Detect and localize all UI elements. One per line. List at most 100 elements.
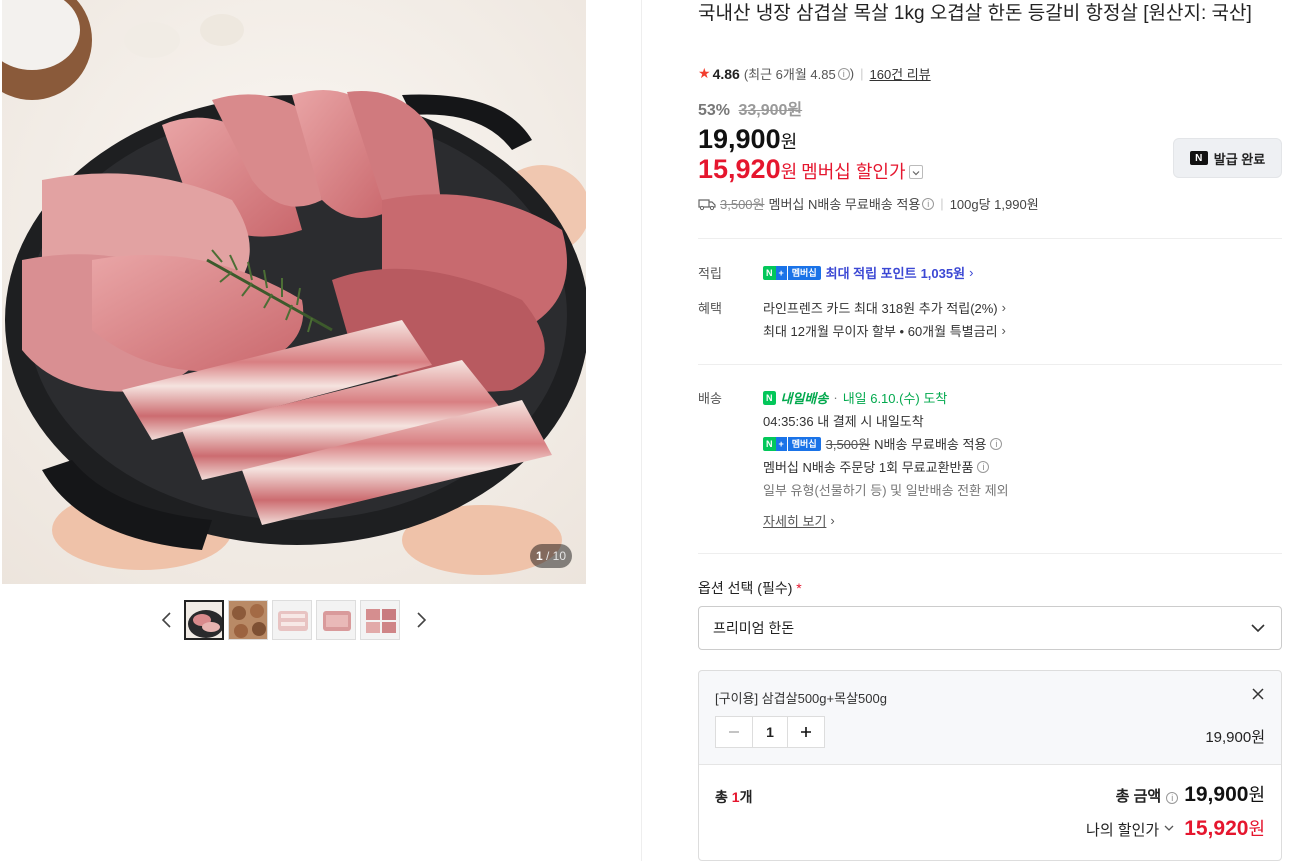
- benefit-label: 혜택: [698, 301, 722, 316]
- image-counter-total: 10: [552, 549, 567, 563]
- thumbnail-1[interactable]: [184, 600, 224, 640]
- star-icon: ★: [698, 65, 711, 81]
- cutoff-text: 04:35:36 내 결제 시 내일도착: [763, 414, 924, 429]
- order-totals: 총 1개 총 금액 i 19,900 원 나의 할인가 15,920 원: [699, 765, 1281, 860]
- member-price: 15,920: [698, 154, 781, 184]
- card-benefit-row[interactable]: 라인프렌즈 카드 최대 318원 추가 적립(2%) ›: [763, 298, 1006, 317]
- divider: [698, 364, 1282, 365]
- delivery-free-text: N배송 무료배송 적용: [874, 437, 987, 452]
- membership-badge: N + 멤버십: [763, 265, 821, 280]
- total-amount-value: 19,900: [1184, 783, 1249, 806]
- chevron-down-icon: [1251, 624, 1265, 633]
- info-icon[interactable]: i: [977, 460, 990, 473]
- naver-n-icon: N: [1189, 151, 1208, 165]
- coupon-issued-button[interactable]: N 발급 완료: [1173, 138, 1282, 178]
- delivery-original-fee: 3,500원: [825, 437, 871, 452]
- shipping-free-text: 멤버십 N배송 무료배송 적용: [768, 197, 921, 212]
- delivery-more-link[interactable]: 자세히 보기 ›: [763, 511, 835, 530]
- discount-row: 53% 33,900원: [698, 96, 802, 120]
- cutoff-row: 04:35:36 내 결제 시 내일도착: [763, 411, 924, 430]
- more-link-label: 자세히 보기: [763, 514, 827, 529]
- product-main-image[interactable]: 1 / 10: [2, 0, 586, 584]
- installment-row[interactable]: 최대 12개월 무이자 할부 • 60개월 특별금리 ›: [763, 321, 1006, 340]
- plus-icon: [801, 727, 811, 737]
- review-count-link[interactable]: 160건 리뷰: [869, 64, 930, 83]
- info-icon[interactable]: i: [922, 197, 935, 210]
- thumbnail-2[interactable]: [228, 600, 268, 640]
- total-amount: 총 금액 i 19,900 원: [1115, 783, 1265, 806]
- rating-recent: (최근 6개월 4.85: [743, 67, 836, 82]
- sale-price-row: 19,900원: [698, 124, 798, 154]
- rating-score: 4.86: [712, 65, 740, 82]
- arrival-date: 내일 6.10.(수) 도착: [842, 391, 948, 406]
- chevron-left-icon: [161, 612, 171, 628]
- total-amount-label: 총 금액: [1115, 788, 1162, 805]
- installment-text: 최대 12개월 무이자 할부 • 60개월 특별금리: [763, 324, 998, 339]
- thumbnail-next-button[interactable]: [411, 608, 431, 632]
- product-title: 국내산 냉장 삼겹살 목살 1kg 오겹살 한돈 등갈비 항정살 [원산지: 국…: [698, 3, 1252, 24]
- exclusion-text: 일부 유형(선물하기 등) 및 일반배송 전환 제외: [763, 483, 1009, 498]
- option-select[interactable]: 프리미엄 한돈: [698, 606, 1282, 650]
- sale-price: 19,900: [698, 124, 781, 154]
- member-free-shipping-row: N + 멤버십 3,500원 N배송 무료배송 적용 i: [763, 434, 1003, 453]
- member-price-label: 멤버십 할인가: [801, 162, 906, 182]
- unit-price: 100g당 1,990원: [949, 197, 1039, 212]
- chevron-right-icon: ›: [969, 265, 974, 280]
- membership-badge: N + 멤버십: [763, 436, 821, 451]
- image-counter-current: 1: [535, 549, 543, 563]
- exclusion-row: 일부 유형(선물하기 등) 및 일반배송 전환 제외: [763, 480, 1009, 499]
- my-discount-label: 나의 할인가: [1086, 822, 1160, 839]
- tomorrow-delivery-badge: N: [763, 390, 776, 405]
- chevron-down-icon: [1164, 825, 1174, 831]
- meat-platter-photo: [2, 0, 586, 584]
- discount-rate: 53%: [698, 102, 731, 119]
- tomorrow-delivery-label: 내일배송: [780, 391, 829, 406]
- coupon-button-label: 발급 완료: [1213, 151, 1266, 167]
- points-value: 1,035원: [920, 266, 966, 281]
- points-row[interactable]: N + 멤버십 최대 적립 포인트 1,035원 ›: [763, 263, 973, 282]
- info-icon[interactable]: i: [990, 437, 1003, 450]
- info-icon[interactable]: i: [837, 67, 850, 80]
- rating-row: ★ 4.86 (최근 6개월 4.85 i ) | 160건 리뷰: [698, 64, 931, 83]
- chevron-right-icon: [417, 612, 427, 628]
- quantity-decrease-button[interactable]: [716, 717, 752, 747]
- divider: [698, 238, 1282, 239]
- shipping-summary: 3,500원 멤버십 N배송 무료배송 적용 i | 100g당 1,990원: [698, 194, 1039, 213]
- thumbnail-4[interactable]: [316, 600, 356, 640]
- quantity-stepper: 1: [715, 716, 825, 748]
- delivery-label: 배송: [698, 391, 722, 406]
- exchange-text: 멤버십 N배송 주문당 1회 무료교환반품: [763, 460, 974, 475]
- truck-icon: [698, 198, 716, 210]
- option-label: 옵션 선택 (필수) *: [698, 580, 802, 596]
- info-icon[interactable]: i: [1166, 792, 1179, 804]
- chevron-right-icon: ›: [830, 513, 835, 528]
- thumbnail-prev-button[interactable]: [157, 608, 177, 632]
- chevron-right-icon: ›: [1001, 323, 1006, 338]
- quantity-increase-button[interactable]: [788, 717, 824, 747]
- option-item-price: 19,900원: [1205, 729, 1265, 746]
- thumbnail-3[interactable]: [272, 600, 312, 640]
- thumbnail-5[interactable]: [360, 600, 400, 640]
- total-count: 총 1개: [715, 789, 753, 805]
- image-counter: 1 / 10: [530, 544, 572, 568]
- close-icon[interactable]: [1250, 686, 1266, 702]
- card-benefit: 라인프렌즈 카드 최대 318원 추가 적립(2%): [763, 301, 998, 316]
- shipping-original-fee: 3,500원: [720, 197, 765, 212]
- option-selected-value: 프리미엄 한돈: [713, 620, 795, 636]
- thumbnail-strip: [184, 600, 400, 640]
- chevron-right-icon: ›: [1001, 300, 1006, 315]
- original-price: 33,900원: [738, 102, 803, 119]
- exchange-row: 멤버십 N배송 주문당 1회 무료교환반품 i: [763, 457, 990, 476]
- chevron-down-icon[interactable]: [908, 164, 923, 179]
- divider: [698, 553, 1282, 554]
- selected-option-box: [구이용] 삼겹살500g+목살500g 1 19,900원 총 1개 총 금액…: [698, 670, 1282, 861]
- member-price-row[interactable]: 15,920원 멤버십 할인가: [698, 154, 923, 185]
- my-discount-value: 15,920: [1184, 817, 1249, 840]
- points-label: 적립: [698, 266, 722, 281]
- column-divider: [641, 0, 642, 861]
- points-text: 최대 적립 포인트: [825, 266, 917, 281]
- option-item-name: [구이용] 삼겹살500g+목살500g: [715, 691, 887, 706]
- my-discount-price[interactable]: 나의 할인가 15,920 원: [1086, 815, 1265, 841]
- tomorrow-delivery-row: N 내일배송 · 내일 6.10.(수) 도착: [763, 388, 947, 407]
- quantity-value[interactable]: 1: [752, 717, 788, 747]
